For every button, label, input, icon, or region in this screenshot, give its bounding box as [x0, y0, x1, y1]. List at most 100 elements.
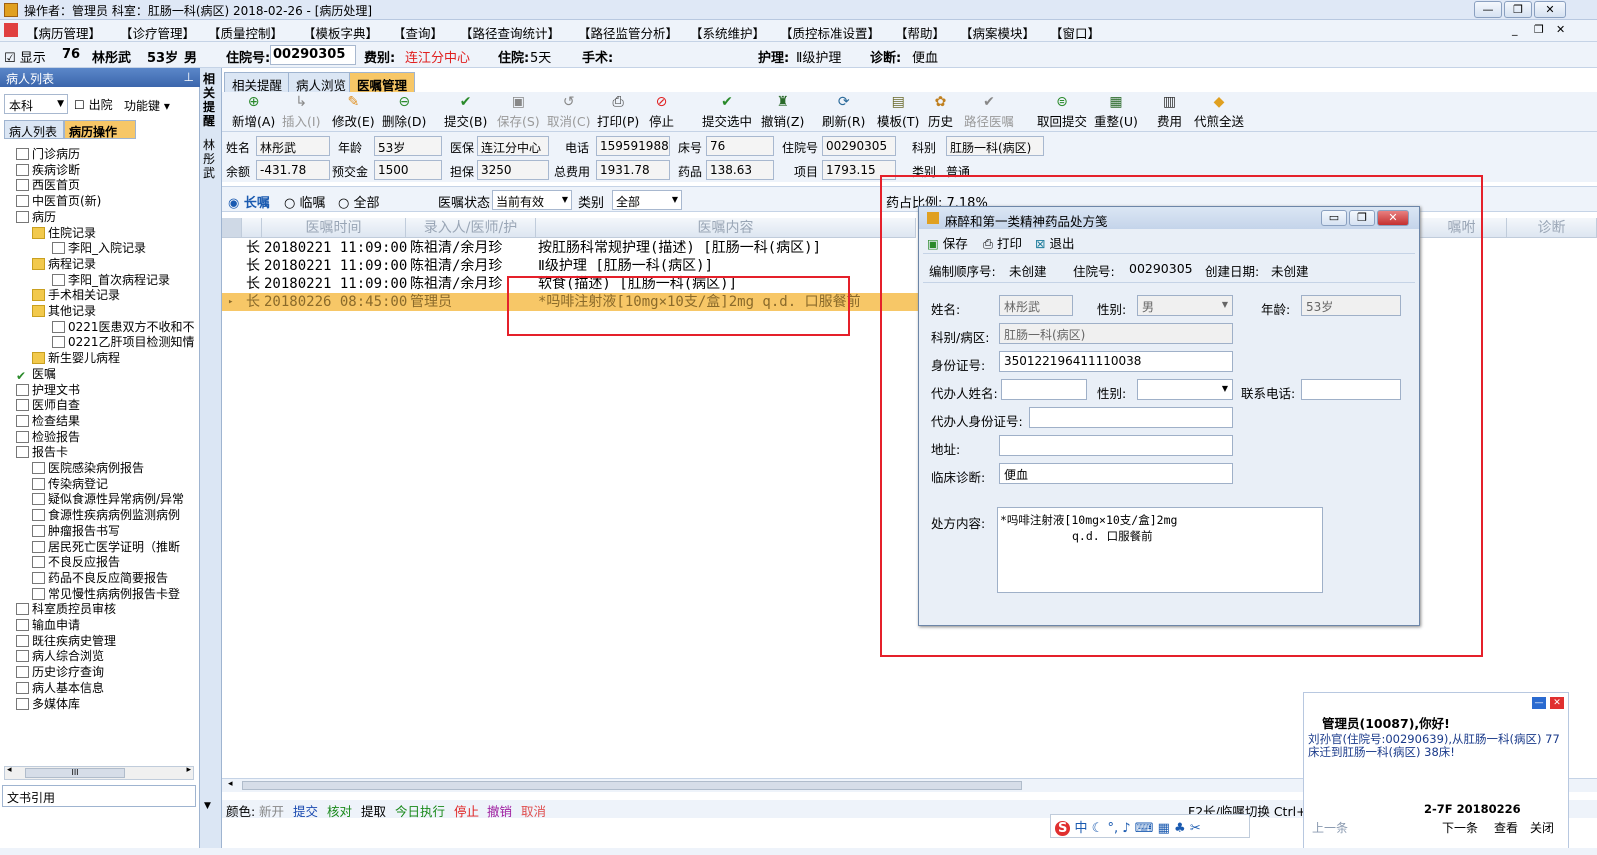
- tab-record-ops[interactable]: 病历操作: [64, 120, 136, 139]
- toolbar-button[interactable]: ⟳ 刷新(R): [822, 94, 865, 130]
- maximize-button[interactable]: ❐: [1504, 1, 1532, 18]
- tree-item[interactable]: 病人综合浏览: [16, 648, 104, 664]
- dialog-save-button[interactable]: ▣ 保存: [927, 233, 987, 252]
- ime-grid-icon[interactable]: ▦: [1158, 821, 1170, 836]
- toolbar-button[interactable]: ↳ 插入(I): [282, 94, 320, 130]
- toolbar-button[interactable]: ◆ 代煎全送: [1194, 94, 1244, 130]
- toolbar-button[interactable]: ✔ 路径医嘱: [964, 94, 1014, 130]
- ime-punct-icon[interactable]: °,: [1107, 821, 1118, 836]
- table-row[interactable]: 长 20180221 11:09:00 陈祖清/余月珍 Ⅱ级护理 [肛肠一科(病区)]: [222, 257, 922, 275]
- tree-item[interactable]: 疾病诊断: [16, 162, 80, 178]
- tree-item[interactable]: 肿瘤报告书写: [32, 523, 120, 539]
- tree-item[interactable]: 病人基本信息: [16, 680, 104, 696]
- tree-item[interactable]: 检查结果: [16, 413, 80, 429]
- grid-scroll-thumb[interactable]: [242, 781, 1022, 790]
- tree-item[interactable]: 手术相关记录: [32, 287, 120, 303]
- toolbar-button[interactable]: ⎙ 打印(P): [597, 94, 639, 130]
- dlg-name[interactable]: 林彤武: [999, 295, 1073, 316]
- ime-mic-icon[interactable]: ♪: [1122, 821, 1130, 836]
- dialog-close-button[interactable]: ✕: [1377, 210, 1409, 226]
- show-checkbox[interactable]: ☑ 显示: [4, 47, 46, 66]
- tree-item[interactable]: 科室质控员审核: [16, 601, 116, 617]
- toolbar-button[interactable]: ✔ 提交选中: [702, 94, 752, 130]
- radio-temp[interactable]: ○ 临嘱: [284, 192, 326, 211]
- menu-qc-standard[interactable]: 【质控标准设置】: [780, 23, 880, 42]
- tree-item[interactable]: 住院记录: [32, 225, 96, 241]
- toolbar-button[interactable]: ✎ 修改(E): [332, 94, 375, 130]
- form-total[interactable]: 1931.78: [596, 160, 670, 180]
- tree-item[interactable]: 检验报告: [16, 429, 80, 445]
- mdi-close-icon[interactable]: ✕: [1556, 23, 1565, 36]
- notify-view-button[interactable]: 查看: [1494, 819, 1518, 836]
- tree-item[interactable]: 传染病登记: [32, 476, 108, 492]
- ime-moon-icon[interactable]: ☾: [1092, 821, 1104, 836]
- tree-item[interactable]: 0221乙肝项目检测知情: [52, 334, 195, 350]
- mdi-restore-icon[interactable]: ❐: [1534, 23, 1544, 36]
- tree-item[interactable]: 病历: [16, 209, 56, 225]
- toolbar-button[interactable]: ⊘ 停止: [649, 94, 674, 130]
- form-name[interactable]: 林彤武: [256, 136, 330, 156]
- tree-item[interactable]: 报告卡: [16, 444, 68, 460]
- notify-close-icon[interactable]: ✕: [1550, 697, 1564, 709]
- tree-item[interactable]: 李阳_首次病程记录: [52, 272, 170, 288]
- menu-query[interactable]: 【查询】: [393, 23, 443, 42]
- tree-item[interactable]: 输血申请: [16, 617, 80, 633]
- toolbar-button[interactable]: ♜ 撤销(Z): [761, 94, 804, 130]
- tree-item[interactable]: 其他记录: [32, 303, 96, 319]
- tree-item[interactable]: 既往疾病史管理: [16, 633, 116, 649]
- toolbar-button[interactable]: ⊖ 删除(D): [382, 94, 426, 130]
- toolbar-button[interactable]: ↺ 取消(C): [547, 94, 590, 130]
- rx-content[interactable]: *吗啡注射液[10mg×10支/盒]2mg q.d. 口服餐前: [997, 507, 1323, 593]
- dialog-min-button[interactable]: ▭: [1321, 210, 1347, 226]
- dialog-exit-button[interactable]: ⊠ 退出: [1035, 233, 1095, 252]
- form-guarantee[interactable]: 3250: [477, 160, 549, 180]
- form-age[interactable]: 53岁: [374, 136, 442, 156]
- vtab-patient[interactable]: 林彤武: [203, 138, 219, 180]
- tree-item[interactable]: 护理文书: [16, 382, 80, 398]
- tree-item[interactable]: 医师自查: [16, 397, 80, 413]
- tree-item[interactable]: 医院感染病例报告: [32, 460, 144, 476]
- tree-item[interactable]: 新生婴儿病程: [32, 350, 120, 366]
- dept-select[interactable]: 本科 ▼: [4, 94, 68, 114]
- ime-logo-icon[interactable]: S: [1055, 821, 1071, 836]
- tree-item[interactable]: 0221医患双方不收和不: [52, 319, 195, 335]
- discharged-checkbox[interactable]: ☐ 出院: [74, 96, 113, 113]
- notify-prev-button[interactable]: 上一条: [1312, 819, 1348, 836]
- form-bed[interactable]: 76: [706, 136, 774, 156]
- toolbar-button[interactable]: ▤ 模板(T): [877, 94, 919, 130]
- status-select[interactable]: 当前有效 ▼: [492, 190, 572, 210]
- agent-name-input[interactable]: [1001, 379, 1087, 400]
- tree-item[interactable]: 病程记录: [32, 256, 96, 272]
- vtab-reminder[interactable]: 相关提醒: [203, 72, 219, 128]
- grid-col-time[interactable]: 医嘱时间: [262, 218, 406, 238]
- toolbar-button[interactable]: ⊜ 取回提交: [1037, 94, 1087, 130]
- legend-down-icon[interactable]: ▼: [204, 801, 211, 811]
- toolbar-button[interactable]: ✿ 历史: [928, 94, 953, 130]
- dlg-age[interactable]: 53岁: [1301, 295, 1401, 316]
- form-drug[interactable]: 138.63: [706, 160, 774, 180]
- dlg-sex[interactable]: 男 ▼: [1137, 295, 1233, 316]
- grid-col-diagnosis[interactable]: 诊断: [1507, 218, 1597, 238]
- notify-next-button[interactable]: 下一条: [1442, 819, 1478, 836]
- dlg-dept[interactable]: 肛肠一科(病区): [999, 323, 1233, 344]
- tree-hscrollbar[interactable]: ◂ III ▸: [4, 765, 194, 780]
- tree-item[interactable]: 居民死亡医学证明（推断: [32, 539, 180, 555]
- scroll-left-icon[interactable]: ◂: [7, 765, 12, 775]
- dialog-max-button[interactable]: ❐: [1349, 210, 1375, 226]
- close-button[interactable]: ✕: [1534, 1, 1566, 18]
- agent-id-input[interactable]: [1029, 407, 1233, 428]
- toolbar-button[interactable]: ✔ 提交(B): [444, 94, 487, 130]
- agent-phone-input[interactable]: [1301, 379, 1401, 400]
- tab-patient-list[interactable]: 病人列表: [4, 120, 64, 139]
- menu-help[interactable]: 【帮助】: [895, 23, 945, 42]
- menu-path-analysis[interactable]: 【路径监管分析】: [578, 23, 678, 42]
- tab-reminder[interactable]: 相关提醒: [224, 72, 291, 93]
- menu-system[interactable]: 【系统维护】: [690, 23, 765, 42]
- toolbar-button[interactable]: ▥ 费用: [1157, 94, 1182, 130]
- form-dept[interactable]: 肛肠一科(病区): [946, 136, 1044, 156]
- form-phone[interactable]: 15959198876: [596, 136, 670, 156]
- diag-input[interactable]: 便血: [999, 463, 1233, 484]
- tree-item[interactable]: 药品不良反应简要报告: [32, 570, 168, 586]
- menu-record[interactable]: 【病历管理】: [26, 23, 101, 42]
- menu-treatment[interactable]: 【诊疗管理】: [120, 23, 195, 42]
